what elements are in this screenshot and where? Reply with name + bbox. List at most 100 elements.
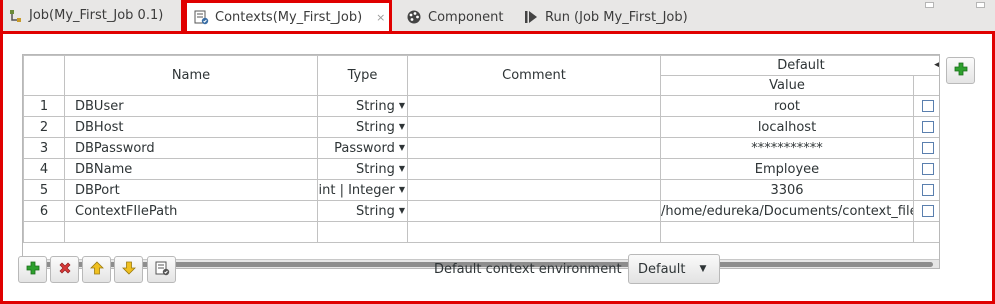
header-index <box>23 55 65 96</box>
checkbox-icon[interactable] <box>921 184 934 196</box>
table-row[interactable]: 4 DBName String ▼ Employee <box>23 158 939 180</box>
delete-icon <box>58 261 72 279</box>
row-value[interactable]: Employee <box>660 158 914 180</box>
default-context-environment-label: Default context environment <box>434 262 622 277</box>
tab-component[interactable]: Component <box>404 0 503 34</box>
checkbox-icon[interactable] <box>921 100 934 112</box>
add-icon <box>26 261 40 279</box>
row-type: int | Integer <box>318 182 395 198</box>
tab-job-label: Job(My_First_Job 0.1) <box>29 8 164 23</box>
row-comment[interactable] <box>407 158 661 180</box>
move-up-button[interactable] <box>82 256 111 283</box>
row-value[interactable]: *********** <box>660 137 914 159</box>
move-down-button[interactable] <box>114 256 143 283</box>
checkbox-icon[interactable] <box>921 142 934 154</box>
table-row[interactable]: 5 DBPort int | Integer ▼ 3306 <box>23 179 939 201</box>
row-type-select[interactable]: String ▼ <box>317 95 408 117</box>
table-row-partial <box>23 221 939 243</box>
run-icon <box>523 9 539 25</box>
row-type: Password <box>334 140 395 156</box>
row-prompt-checkbox[interactable] <box>913 158 939 180</box>
row-value[interactable]: 3306 <box>660 179 914 201</box>
dropdown-arrow-icon: ▼ <box>398 142 405 152</box>
context-manage-icon <box>154 260 170 280</box>
row-index: 5 <box>23 179 65 201</box>
row-index: 3 <box>23 137 65 159</box>
dropdown-arrow-icon: ▼ <box>398 184 405 194</box>
tab-contexts-label: Contexts(My_First_Job) <box>215 9 363 25</box>
row-name[interactable]: DBPassword <box>64 137 318 159</box>
row-prompt-checkbox[interactable] <box>913 200 939 222</box>
header-type[interactable]: Type <box>317 55 408 96</box>
table-row[interactable]: 6 ContextFIlePath String ▼ /home/edureka/… <box>23 200 939 222</box>
row-name[interactable]: DBHost <box>64 116 318 138</box>
minimize-icon[interactable] <box>925 2 934 8</box>
row-index: 1 <box>23 95 65 117</box>
delete-variable-button[interactable] <box>50 256 79 283</box>
move-down-icon <box>121 261 136 279</box>
row-type-select[interactable]: Password ▼ <box>317 137 408 159</box>
row-index: 4 <box>23 158 65 180</box>
header-default-label: Default <box>777 58 825 73</box>
row-name[interactable]: ContextFIlePath <box>64 200 318 222</box>
row-value[interactable]: /home/edureka/Documents/context_file <box>660 200 914 222</box>
tab-run-label: Run (Job My_First_Job) <box>545 9 688 25</box>
header-default-group[interactable]: Default ◀ <box>660 55 939 76</box>
move-up-icon <box>89 260 104 279</box>
job-icon <box>7 8 23 24</box>
env-select-value: Default <box>638 261 686 277</box>
row-type: String <box>356 203 395 219</box>
row-prompt-checkbox[interactable] <box>913 95 939 117</box>
checkbox-icon[interactable] <box>921 163 934 175</box>
row-comment[interactable] <box>407 179 661 201</box>
dropdown-arrow-icon: ▼ <box>398 121 405 131</box>
row-type: String <box>356 98 395 114</box>
context-variables-table: Name Type Comment Default ◀ Value 1 DBUs… <box>22 54 940 269</box>
row-comment[interactable] <box>407 116 661 138</box>
tab-contexts[interactable]: Contexts(My_First_Job) × <box>184 0 392 31</box>
row-type-select[interactable]: String ▼ <box>317 116 408 138</box>
contexts-panel: Name Type Comment Default ◀ Value 1 DBUs… <box>0 31 995 304</box>
checkbox-icon[interactable] <box>921 205 934 217</box>
header-name[interactable]: Name <box>64 55 318 96</box>
chevron-down-icon: ▼ <box>699 264 707 274</box>
maximize-icon[interactable] <box>976 2 985 8</box>
row-type-select[interactable]: String ▼ <box>317 200 408 222</box>
row-prompt-checkbox[interactable] <box>913 137 939 159</box>
row-name[interactable]: DBPort <box>64 179 318 201</box>
table-row[interactable]: 1 DBUser String ▼ root <box>23 95 939 117</box>
header-comment[interactable]: Comment <box>407 55 661 96</box>
manage-contexts-button[interactable] <box>147 256 176 283</box>
row-index: 6 <box>23 200 65 222</box>
table-row[interactable]: 3 DBPassword Password ▼ *********** <box>23 137 939 159</box>
contexts-icon <box>193 9 209 25</box>
row-comment[interactable] <box>407 95 661 117</box>
close-icon[interactable]: × <box>376 11 385 24</box>
row-type-select[interactable]: String ▼ <box>317 158 408 180</box>
collapse-arrow-icon[interactable]: ◀ <box>934 60 939 70</box>
row-value[interactable]: localhost <box>660 116 914 138</box>
tab-run[interactable]: Run (Job My_First_Job) <box>523 0 688 34</box>
row-comment[interactable] <box>407 200 661 222</box>
table-row[interactable]: 2 DBHost String ▼ localhost <box>23 116 939 138</box>
row-name[interactable]: DBUser <box>64 95 318 117</box>
component-palette-icon <box>406 9 422 25</box>
tab-job[interactable]: Job(My_First_Job 0.1) <box>0 0 184 34</box>
add-variable-button[interactable] <box>18 256 47 283</box>
header-value[interactable]: Value <box>660 75 914 96</box>
default-context-environment-select[interactable]: Default ▼ <box>628 254 720 284</box>
row-prompt-checkbox[interactable] <box>913 116 939 138</box>
dropdown-arrow-icon: ▼ <box>398 205 405 215</box>
checkbox-icon[interactable] <box>921 121 934 133</box>
tab-component-label: Component <box>428 9 504 25</box>
dropdown-arrow-icon: ▼ <box>398 163 405 173</box>
editor-tab-strip: Job(My_First_Job 0.1) Contexts(My_First_… <box>0 0 995 34</box>
dropdown-arrow-icon: ▼ <box>398 100 405 110</box>
row-name[interactable]: DBName <box>64 158 318 180</box>
row-value[interactable]: root <box>660 95 914 117</box>
row-type-select[interactable]: int | Integer ▼ <box>317 179 408 201</box>
add-context-group-button[interactable] <box>946 57 975 84</box>
row-type: String <box>356 119 395 135</box>
row-comment[interactable] <box>407 137 661 159</box>
row-prompt-checkbox[interactable] <box>913 179 939 201</box>
